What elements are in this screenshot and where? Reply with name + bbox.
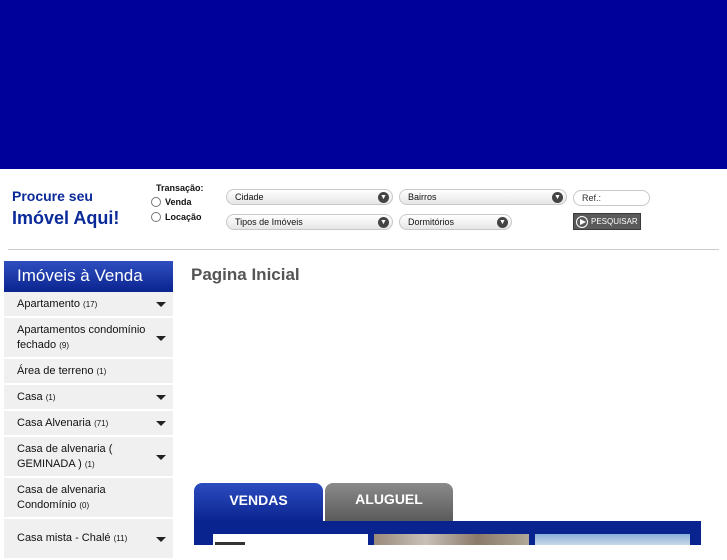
radio-venda-circle[interactable]	[151, 197, 161, 207]
sidebar-item-label: Casa Alvenaria (71)	[17, 416, 109, 429]
caret-down-icon[interactable]	[156, 536, 166, 542]
sidebar-item-label: Apartamento (17)	[17, 297, 98, 310]
chevron-down-icon: ▼	[497, 217, 508, 228]
caret-down-icon[interactable]	[156, 421, 166, 426]
caret-down-icon[interactable]	[156, 335, 166, 341]
radio-venda[interactable]: Venda	[151, 197, 192, 207]
divider	[8, 249, 719, 250]
sidebar-item-label: Apartamentos condomínio fechado (9)	[17, 323, 146, 351]
radio-locacao[interactable]: Locação	[151, 212, 202, 222]
search-bar: Procure seu Imóvel Aqui! Transação: Vend…	[0, 169, 727, 249]
chevron-down-icon: ▼	[378, 217, 389, 228]
sidebar-item-label: Casa (1)	[17, 390, 56, 403]
bairros-select-label: Bairros	[408, 192, 437, 202]
sidebar-item-label: Casa mista - Chalé (11)	[17, 532, 128, 544]
sidebar-item-casa-alvenaria[interactable]: Casa Alvenaria (71)	[4, 411, 173, 437]
tab-vendas[interactable]: VENDAS	[194, 483, 323, 522]
sidebar-item-casa-condominio[interactable]: Casa de alvenaria Condomínio (0)	[4, 478, 173, 519]
radio-locacao-circle[interactable]	[151, 212, 161, 222]
sidebar-item-label: Área de terreno (1)	[17, 364, 107, 377]
sidebar-item-apartamentos-condominio[interactable]: Apartamentos condomínio fechado (9)	[4, 318, 173, 359]
tab-aluguel[interactable]: ALUGUEL	[325, 483, 453, 522]
bairros-select[interactable]: Bairros ▼	[399, 189, 567, 205]
search-button-label: PESQUISAR	[591, 217, 638, 226]
search-button[interactable]: PESQUISAR	[573, 213, 641, 230]
radio-locacao-label: Locação	[165, 212, 202, 222]
caret-down-icon[interactable]	[156, 302, 166, 307]
cidade-select-label: Cidade	[235, 192, 264, 202]
tipos-select-label: Tipos de Imóveis	[235, 217, 303, 227]
header-banner	[0, 0, 727, 169]
sidebar-heading: Imóveis à Venda	[4, 261, 173, 292]
caret-down-icon[interactable]	[156, 395, 166, 400]
play-icon	[576, 215, 588, 228]
sidebar: Imóveis à Venda Apartamento (17) Apartam…	[4, 261, 173, 560]
chevron-down-icon: ▼	[378, 192, 389, 203]
dormitorios-select-label: Dormitórios	[408, 217, 455, 227]
sidebar-item-casa-geminada[interactable]: Casa de alvenaria ( GEMINADA ) (1)	[4, 437, 173, 478]
transaction-label: Transação:	[156, 183, 204, 193]
dormitorios-select[interactable]: Dormitórios ▼	[399, 214, 512, 230]
sidebar-item-label: Casa de alvenaria ( GEMINADA ) (1)	[17, 442, 113, 470]
page-title: Pagina Inicial	[191, 265, 300, 284]
search-title-line1: Procure seu	[12, 188, 93, 204]
listing-thumbnail[interactable]	[374, 534, 529, 545]
listing-thumbnail[interactable]	[535, 534, 690, 545]
tipos-select[interactable]: Tipos de Imóveis ▼	[226, 214, 393, 230]
search-title-line2: Imóvel Aqui!	[12, 208, 120, 228]
cidade-select[interactable]: Cidade ▼	[226, 189, 393, 205]
caret-down-icon[interactable]	[156, 454, 166, 460]
listing-thumbnail[interactable]	[213, 534, 368, 545]
chevron-down-icon: ▼	[552, 192, 563, 203]
sidebar-item-apartamento[interactable]: Apartamento (17)	[4, 292, 173, 318]
ref-input[interactable]: Ref.:	[573, 190, 650, 206]
sidebar-item-casa[interactable]: Casa (1)	[4, 385, 173, 411]
radio-venda-label: Venda	[165, 197, 192, 207]
sidebar-item-casa-mista[interactable]: Casa mista - Chalé (11)	[4, 519, 173, 560]
sidebar-item-label: Casa de alvenaria Condomínio (0)	[17, 483, 106, 511]
sidebar-item-area-terreno[interactable]: Área de terreno (1)	[4, 359, 173, 385]
